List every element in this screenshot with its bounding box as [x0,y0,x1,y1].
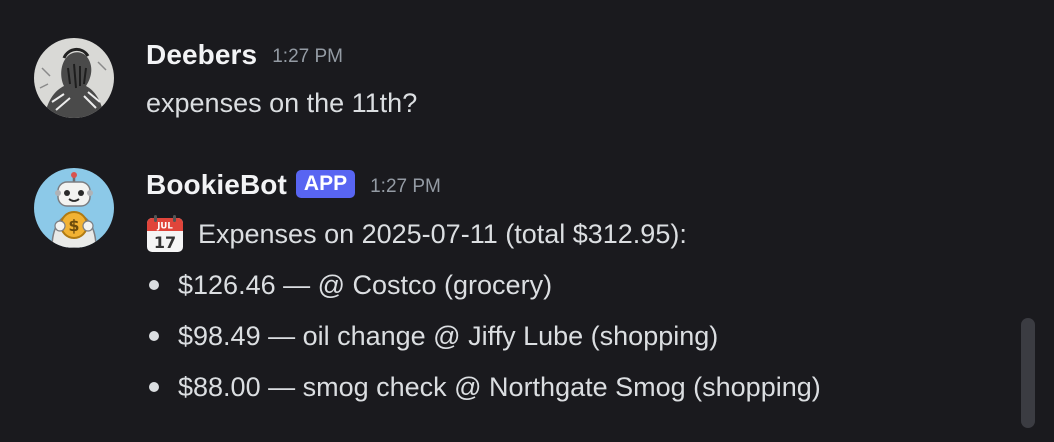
expense-summary-line: JUL 17 Expenses on 2025-07-11 (total $31… [146,208,1010,260]
message-text: expenses on the 11th? [146,88,418,118]
svg-text:$: $ [68,216,79,235]
chat-message-list: Deebers 1:27 PM expenses on the 11th? $ [0,0,1054,442]
user-avatar[interactable] [34,38,114,118]
list-item: $98.49 — oil change @ Jiffy Lube (shoppi… [146,311,1010,362]
svg-text:JUL: JUL [156,222,173,232]
username[interactable]: BookieBot [146,169,287,201]
summary-text: Expenses on 2025-07-11 (total $312.95): [198,219,687,249]
bullet [149,382,159,392]
message-content: BookieBot APP 1:27 PM JUL 17 Expenses on… [146,164,1010,413]
timestamp[interactable]: 1:27 PM [370,176,441,198]
expense-item-text: $126.46 — @ Costco (grocery) [178,270,553,300]
expense-item-text: $88.00 — smog check @ Northgate Smog (sh… [178,372,821,402]
robot-with-coin-avatar-icon: $ [34,168,114,248]
list-item: $88.00 — smog check @ Northgate Smog (sh… [146,362,1010,413]
message-content: Deebers 1:27 PM expenses on the 11th? [146,34,1010,127]
message-deebers: Deebers 1:27 PM expenses on the 11th? [0,34,1010,130]
message-bookiebot: $ BookieBot APP 1:27 PM JUL 17 Expenses … [0,164,1010,434]
timestamp[interactable]: 1:27 PM [272,46,343,68]
bot-avatar[interactable]: $ [34,168,114,248]
svg-text:17: 17 [154,233,176,252]
bullet [149,331,159,341]
username[interactable]: Deebers [146,39,257,71]
list-item: $126.46 — @ Costco (grocery) [146,260,1010,311]
app-badge: APP [295,170,356,198]
message-header: BookieBot APP 1:27 PM [146,164,1010,206]
calendar-icon: JUL 17 [146,215,184,253]
expense-list: $126.46 — @ Costco (grocery) $98.49 — oi… [146,260,1010,413]
scrollbar-thumb[interactable] [1021,318,1035,428]
bullet [149,280,159,290]
message-header: Deebers 1:27 PM [146,34,1010,76]
sketch-portrait-avatar-icon [34,38,114,118]
expense-item-text: $98.49 — oil change @ Jiffy Lube (shoppi… [178,321,719,351]
